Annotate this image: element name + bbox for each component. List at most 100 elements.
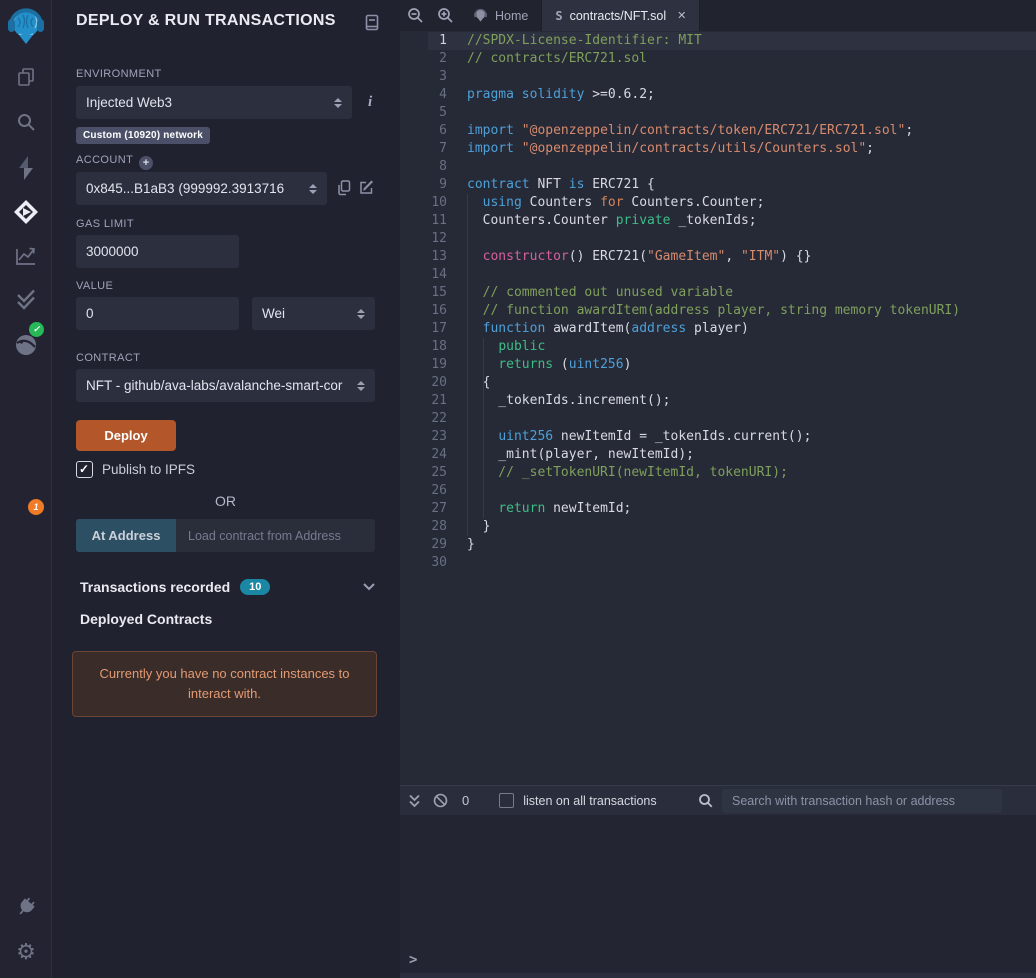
- value-input[interactable]: [76, 297, 239, 330]
- listen-transactions-checkbox[interactable]: [499, 793, 515, 808]
- zoom-out-icon[interactable]: [400, 0, 430, 31]
- sign-message-icon[interactable]: [358, 179, 375, 201]
- code-line[interactable]: 28 }: [428, 518, 1036, 536]
- code-line[interactable]: 14: [428, 266, 1036, 284]
- documentation-icon[interactable]: [364, 14, 380, 36]
- line-number: 22: [431, 411, 447, 426]
- code-line[interactable]: 4 pragma solidity >=0.6.2;: [428, 86, 1036, 104]
- code-line[interactable]: 5: [428, 104, 1036, 122]
- at-address-input[interactable]: [176, 519, 375, 552]
- code-line[interactable]: 25 // _setTokenURI(newItemId, tokenURI);: [428, 464, 1036, 482]
- code-line[interactable]: 16 // function awardItem(address player,…: [428, 302, 1036, 320]
- line-content: // commented out unused variable: [467, 285, 734, 300]
- code-line[interactable]: 26: [428, 482, 1036, 500]
- gas-limit-input[interactable]: [76, 235, 239, 268]
- code-line[interactable]: 15 // commented out unused variable: [428, 284, 1036, 302]
- code-line[interactable]: 1 //SPDX-License-Identifier: MIT: [428, 32, 1036, 50]
- line-content: import "@openzeppelin/contracts/utils/Co…: [467, 141, 874, 156]
- file-explorer-icon[interactable]: [0, 64, 52, 88]
- deploy-button[interactable]: Deploy: [76, 420, 176, 451]
- value-unit-select[interactable]: Wei: [252, 297, 375, 330]
- code-line[interactable]: 13 constructor() ERC721("GameItem", "ITM…: [428, 248, 1036, 266]
- deploy-run-icon[interactable]: [0, 198, 52, 226]
- plugin-manager-icon[interactable]: [0, 894, 52, 920]
- environment-select[interactable]: Injected Web3: [76, 86, 352, 119]
- code-line[interactable]: 21 _tokenIds.increment();: [428, 392, 1036, 410]
- app-logo-icon[interactable]: [0, 6, 52, 48]
- line-number: 12: [431, 231, 447, 246]
- line-number: 19: [431, 357, 447, 372]
- code-line[interactable]: 29}: [428, 536, 1036, 554]
- code-line[interactable]: 12: [428, 230, 1036, 248]
- transactions-recorded-label: Transactions recorded: [80, 579, 231, 595]
- environment-info-icon[interactable]: i: [368, 94, 382, 112]
- chevron-down-icon[interactable]: [363, 578, 375, 596]
- clear-transactions-icon[interactable]: [433, 793, 448, 808]
- search-icon[interactable]: [0, 110, 52, 134]
- line-content: [447, 158, 467, 176]
- contract-select[interactable]: NFT - github/ava-labs/avalanche-smart-co…: [76, 369, 375, 402]
- line-number: 17: [431, 321, 447, 336]
- code-line[interactable]: 27 return newItemId;: [428, 500, 1036, 518]
- line-content: // function awardItem(address player, st…: [467, 303, 961, 318]
- or-separator: OR: [215, 493, 236, 509]
- code-line[interactable]: 23 uint256 newItemId = _tokenIds.current…: [428, 428, 1036, 446]
- line-number: 11: [431, 213, 447, 228]
- copy-account-icon[interactable]: [336, 179, 352, 202]
- line-content: using Counters for Counters.Counter;: [482, 195, 765, 210]
- line-content: [447, 482, 467, 500]
- publish-ipfs-label: Publish to IPFS: [102, 462, 196, 477]
- close-tab-icon[interactable]: ✕: [677, 9, 686, 22]
- line-number: 30: [431, 555, 447, 570]
- terminal-collapse-icon[interactable]: [408, 794, 421, 808]
- line-content: // _setTokenURI(newItemId, tokenURI);: [467, 465, 788, 480]
- code-line[interactable]: 18 public: [428, 338, 1036, 356]
- solidity-compiler-icon[interactable]: ✓: [0, 154, 52, 337]
- code-line[interactable]: 9 contract NFT is ERC721 {: [428, 176, 1036, 194]
- icon-rail: ✓ 1 ⚙: [0, 0, 52, 978]
- code-line[interactable]: 10 using Counters for Counters.Counter;: [428, 194, 1036, 212]
- code-editor[interactable]: 1 //SPDX-License-Identifier: MIT 2 // contr…: [400, 31, 1036, 785]
- terminal-output[interactable]: >: [400, 815, 1036, 978]
- transactions-recorded-row[interactable]: Transactions recorded 10: [80, 578, 375, 596]
- tab-nft-sol[interactable]: S contracts/NFT.sol ✕: [542, 0, 701, 31]
- line-number: 2: [439, 51, 447, 66]
- no-instances-alert: Currently you have no contract instances…: [72, 651, 377, 718]
- account-value: 0x845...B1aB3 (999992.3913716: [86, 181, 285, 196]
- code-line[interactable]: 20 {: [428, 374, 1036, 392]
- account-label-text: ACCOUNT: [76, 154, 134, 166]
- line-content: {: [467, 375, 491, 390]
- line-content: // contracts/ERC721.sol: [467, 51, 648, 66]
- account-select[interactable]: 0x845...B1aB3 (999992.3913716: [76, 172, 327, 205]
- code-line[interactable]: 11 Counters.Counter private _tokenIds;: [428, 212, 1036, 230]
- settings-icon[interactable]: ⚙: [0, 938, 52, 966]
- line-content: }: [467, 519, 491, 534]
- analytics-icon[interactable]: 1: [0, 243, 52, 515]
- code-line[interactable]: 7 import "@openzeppelin/contracts/utils/C…: [428, 140, 1036, 158]
- deployed-contracts-title: Deployed Contracts: [80, 611, 213, 627]
- contract-value: NFT - github/ava-labs/avalanche-smart-co…: [86, 378, 343, 393]
- line-content: import "@openzeppelin/contracts/token/ER…: [467, 123, 914, 138]
- code-line[interactable]: 30: [428, 554, 1036, 572]
- zoom-in-icon[interactable]: [430, 0, 460, 31]
- at-address-button[interactable]: At Address: [76, 519, 176, 552]
- code-line[interactable]: 24 _mint(player, newItemId);: [428, 446, 1036, 464]
- unit-testing-icon[interactable]: [0, 287, 52, 313]
- publish-ipfs-checkbox[interactable]: [76, 461, 93, 478]
- code-line[interactable]: 8: [428, 158, 1036, 176]
- code-line[interactable]: 3: [428, 68, 1036, 86]
- line-number: 24: [431, 447, 447, 462]
- gas-limit-label: GAS LIMIT: [76, 218, 134, 230]
- debugger-icon[interactable]: [0, 332, 52, 358]
- stepper-icon: [333, 96, 342, 110]
- code-line[interactable]: 22: [428, 410, 1036, 428]
- tab-home[interactable]: Home: [460, 0, 543, 31]
- terminal-scrollbar[interactable]: [400, 973, 1036, 978]
- deploy-run-panel: DEPLOY & RUN TRANSACTIONS ENVIRONMENT In…: [52, 0, 400, 978]
- code-line[interactable]: 17 function awardItem(address player): [428, 320, 1036, 338]
- add-account-icon[interactable]: +: [139, 156, 154, 170]
- code-line[interactable]: 6 import "@openzeppelin/contracts/token/E…: [428, 122, 1036, 140]
- code-line[interactable]: 19 returns (uint256): [428, 356, 1036, 374]
- terminal-search-input[interactable]: [722, 788, 1002, 813]
- code-line[interactable]: 2 // contracts/ERC721.sol: [428, 50, 1036, 68]
